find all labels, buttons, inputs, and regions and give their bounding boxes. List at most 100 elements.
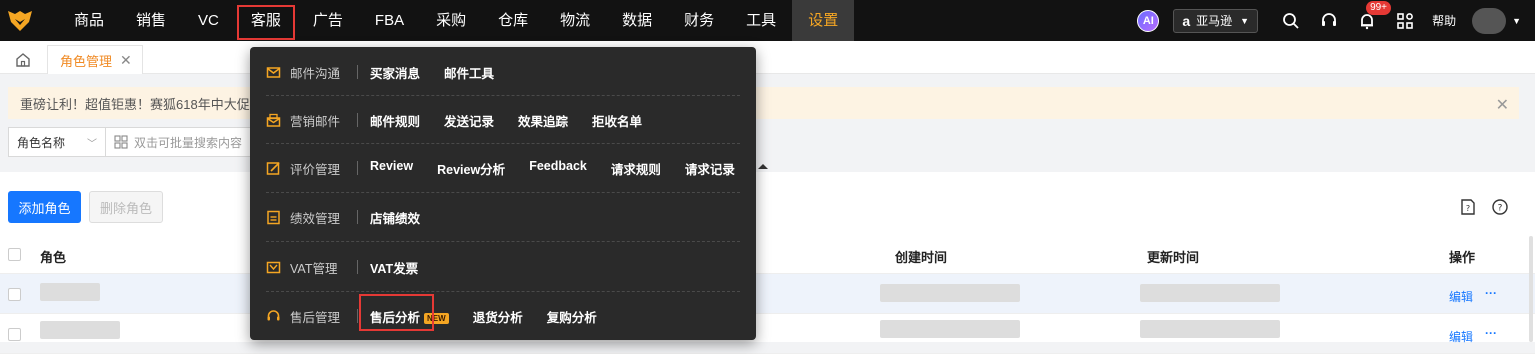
search-icon[interactable] <box>1280 10 1302 32</box>
menu-item-repurchase-analysis[interactable]: 复购分析 <box>547 307 597 326</box>
edit-link[interactable]: 编辑 <box>1449 288 1473 305</box>
menu-links: 邮件规则 发送记录 效果追踪 拒收名单 <box>370 111 666 130</box>
row-checkbox[interactable] <box>8 288 21 301</box>
table-row[interactable]: 编辑 ··· <box>0 314 1535 354</box>
top-right-toolbar: AI a 亚马逊 ▼ 99+ 帮助 ▼ <box>1137 0 1535 41</box>
collapse-arrow-icon[interactable] <box>758 164 768 169</box>
search-field-select-value: 角色名称 <box>17 135 66 150</box>
top-navbar: 商品 销售 VC 客服 广告 FBA 采购 仓库 物流 数据 财务 工具 设置 … <box>0 0 1535 41</box>
redacted-updated-time <box>1140 284 1280 302</box>
menu-group-label: 绩效管理 <box>290 211 341 226</box>
main-menu: 商品 销售 VC 客服 广告 FBA 采购 仓库 物流 数据 财务 工具 设置 <box>58 0 855 41</box>
nav-item-settings[interactable]: 设置 <box>792 0 855 41</box>
delete-role-button[interactable]: 删除角色 <box>89 191 163 223</box>
menu-links: 售后分析 NEW 退货分析 复购分析 <box>359 293 621 331</box>
vat-icon <box>266 260 281 275</box>
menu-item-mail-rules[interactable]: 邮件规则 <box>370 111 420 130</box>
add-role-button[interactable]: 添加角色 <box>8 191 81 223</box>
menu-group-mail: 邮件沟通 买家消息 邮件工具 <box>250 48 756 96</box>
menu-item-mail-tools[interactable]: 邮件工具 <box>444 63 494 82</box>
menu-item-store-performance[interactable]: 店铺绩效 <box>370 208 420 227</box>
caret-down-icon[interactable]: ▼ <box>1512 16 1521 26</box>
nav-item-warehouse[interactable]: 仓库 <box>482 0 544 41</box>
headset-icon[interactable] <box>1318 10 1340 32</box>
menu-links: VAT发票 <box>370 258 442 277</box>
header-updated-time[interactable]: 更新时间 <box>1147 247 1199 266</box>
review-edit-icon <box>266 161 281 176</box>
store-selector[interactable]: a 亚马逊 ▼ <box>1173 8 1259 33</box>
search-field-select[interactable]: 角色名称 ﹀ <box>8 127 106 157</box>
menu-group-label: 评价管理 <box>290 162 341 177</box>
menu-item-after-sales-analysis[interactable]: 售后分析 NEW <box>359 293 449 331</box>
notification-bell-icon[interactable]: 99+ <box>1356 0 1392 32</box>
menu-item-review-analysis[interactable]: Review分析 <box>437 159 505 178</box>
redacted-created-time <box>880 320 1020 338</box>
menu-group-marketing-mail: 营销邮件 邮件规则 发送记录 效果追踪 拒收名单 <box>250 96 756 144</box>
divider <box>357 309 358 323</box>
help-circle-icon[interactable]: ? <box>1491 198 1509 216</box>
nav-item-sales[interactable]: 销售 <box>120 0 182 41</box>
menu-item-effect-tracking[interactable]: 效果追踪 <box>518 111 568 130</box>
redacted-role-name <box>40 283 100 301</box>
help-link[interactable]: 帮助 <box>1432 12 1456 29</box>
logo-icon[interactable] <box>0 0 40 41</box>
nav-item-vc[interactable]: VC <box>182 0 235 41</box>
nav-item-tools[interactable]: 工具 <box>730 0 792 41</box>
avatar[interactable] <box>1472 7 1507 34</box>
row-checkbox[interactable] <box>8 328 21 341</box>
menu-group-label: VAT管理 <box>290 261 338 276</box>
svg-text:?: ? <box>1498 204 1503 214</box>
nav-item-customer-service-label: 客服 <box>250 12 281 29</box>
menu-group-label: 售后管理 <box>290 310 341 325</box>
divider <box>357 210 358 224</box>
menu-group-label: 营销邮件 <box>290 114 341 129</box>
caret-down-icon: ▼ <box>1240 15 1250 26</box>
menu-item-buyer-messages[interactable]: 买家消息 <box>370 63 420 82</box>
nav-item-customer-service[interactable]: 客服 <box>235 0 297 41</box>
nav-item-ads[interactable]: 广告 <box>297 0 359 41</box>
mail-icon <box>266 65 281 80</box>
edit-link[interactable]: 编辑 <box>1449 328 1473 345</box>
new-badge: NEW <box>424 312 449 324</box>
menu-item-vat-invoice[interactable]: VAT发票 <box>370 258 418 277</box>
divider <box>357 65 358 79</box>
customer-service-dropdown: 邮件沟通 买家消息 邮件工具 营销邮件 邮件规则 发送记录 效果追踪 拒收名单 … <box>250 47 756 340</box>
vertical-scrollbar[interactable] <box>1529 236 1533 342</box>
promo-notice-text: 重磅让利！超值钜惠！赛狐618年中大促来啦 <box>20 96 276 112</box>
promo-notice: 重磅让利！超值钜惠！赛狐618年中大促来啦 ✕ <box>8 87 1519 119</box>
redacted-updated-time <box>1140 320 1280 338</box>
menu-group-label: 邮件沟通 <box>290 66 341 81</box>
close-icon[interactable]: ✕ <box>120 52 132 69</box>
search-input-placeholder: 双击可批量搜索内容 <box>134 135 243 150</box>
close-icon[interactable]: ✕ <box>1496 95 1509 115</box>
menu-group-reviews: 评价管理 Review Review分析 Feedback 请求规则 请求记录 <box>250 144 756 192</box>
nav-item-finance[interactable]: 财务 <box>668 0 730 41</box>
more-actions-icon[interactable]: ··· <box>1485 286 1497 300</box>
home-icon[interactable] <box>8 47 38 73</box>
redacted-role-name <box>40 321 120 339</box>
nav-item-purchase[interactable]: 采购 <box>420 0 482 41</box>
menu-item-send-records[interactable]: 发送记录 <box>444 111 494 130</box>
tab-role-management[interactable]: 角色管理 ✕ <box>47 45 143 74</box>
marketing-mail-icon <box>266 113 281 128</box>
menu-item-review[interactable]: Review <box>370 159 413 178</box>
menu-item-request-rules[interactable]: 请求规则 <box>611 159 661 178</box>
nav-item-logistics[interactable]: 物流 <box>544 0 606 41</box>
header-created-time[interactable]: 创建时间 <box>895 247 947 266</box>
menu-group-vat: VAT管理 VAT发票 <box>250 243 756 291</box>
apps-grid-icon[interactable] <box>1394 10 1416 32</box>
menu-item-feedback[interactable]: Feedback <box>529 159 587 178</box>
nav-item-data[interactable]: 数据 <box>606 0 668 41</box>
table-row[interactable]: 编辑 ··· <box>0 274 1535 314</box>
menu-item-after-sales-analysis-label: 售后分析 <box>370 310 421 325</box>
nav-item-fba[interactable]: FBA <box>359 0 420 41</box>
nav-item-products[interactable]: 商品 <box>58 0 120 41</box>
select-all-checkbox[interactable] <box>8 248 21 261</box>
menu-item-request-records[interactable]: 请求记录 <box>685 159 735 178</box>
svg-text:?: ? <box>1466 204 1470 213</box>
menu-item-return-analysis[interactable]: 退货分析 <box>473 307 523 326</box>
more-actions-icon[interactable]: ··· <box>1485 326 1497 340</box>
menu-item-reject-list[interactable]: 拒收名单 <box>592 111 642 130</box>
ai-assistant-icon[interactable]: AI <box>1137 9 1160 32</box>
export-icon[interactable]: ? <box>1459 198 1477 216</box>
